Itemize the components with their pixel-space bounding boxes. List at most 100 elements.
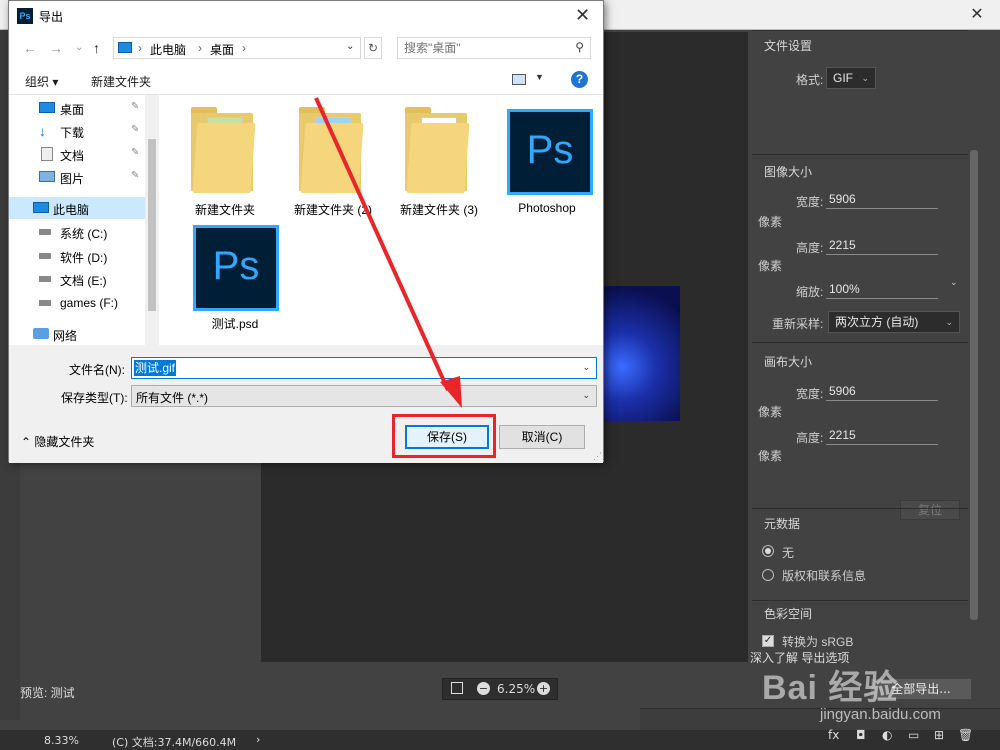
close-icon[interactable]: ✕ — [575, 5, 590, 26]
chevron-down-icon[interactable]: ⌄ — [582, 362, 590, 373]
nav-label: games (F:) — [60, 296, 119, 310]
network-icon — [33, 328, 49, 339]
nav-label: 图片 — [60, 172, 85, 186]
pin-icon: ✎ — [131, 101, 140, 112]
computer-icon — [33, 202, 49, 213]
navigation-pane: 桌面 ✎ ↓ 下载 ✎ 文档 ✎ 图片 ✎ 此电脑 系统 (C:) 软件 (D:… — [9, 95, 159, 345]
save-highlight-box — [392, 414, 496, 458]
dialog-title: 导出 — [39, 10, 64, 24]
help-icon[interactable]: ? — [571, 71, 588, 88]
adjustment-icon[interactable]: ◐ — [882, 728, 892, 742]
preview-image — [598, 286, 680, 421]
canvas-height-input[interactable]: 2215 — [826, 427, 938, 445]
recent-chevron-icon[interactable]: ⌄ — [75, 42, 83, 53]
panel-scrollbar[interactable] — [970, 150, 978, 620]
file-item-folder[interactable]: 新建文件夹 — [173, 99, 277, 219]
nav-item-network[interactable]: 网络 — [9, 323, 145, 345]
filetype-value: 所有文件 (*.*) — [136, 391, 209, 405]
canvas-width-input[interactable]: 5906 — [826, 383, 938, 401]
resize-grip-icon[interactable]: ⋰ — [593, 451, 602, 462]
nav-item-downloads[interactable]: ↓ 下载 ✎ — [9, 120, 145, 142]
metadata-copyright-radio[interactable] — [762, 569, 774, 581]
zoom-out-icon[interactable]: − — [477, 682, 490, 695]
nav-label: 软件 (D:) — [60, 251, 108, 265]
preview-label: 预览: 测试 — [20, 686, 75, 700]
forward-arrow-icon[interactable]: → — [49, 40, 63, 56]
status-more-icon[interactable]: › — [256, 733, 260, 746]
status-doc-size: (C) 文档:37.4M/660.4M — [112, 736, 237, 749]
filetype-label: 保存类型(T): — [61, 391, 128, 405]
address-bar[interactable]: › 此电脑 › 桌面 › ⌄ — [113, 37, 361, 59]
width-unit: 像素 — [758, 215, 783, 229]
export-settings-panel: 文件设置 格式: GIF ⌄ 图像大小 宽度: 5906 像素 高度: 2215… — [752, 30, 968, 670]
image-size-title: 图像大小 — [764, 165, 813, 179]
breadcrumb-desktop[interactable]: 桌面 — [210, 41, 234, 58]
metadata-none-radio[interactable] — [762, 545, 774, 557]
nav-item-drive-e[interactable]: 文档 (E:) — [9, 268, 145, 290]
drive-icon — [39, 229, 51, 235]
convert-srgb-checkbox[interactable]: ✓ — [762, 635, 774, 647]
metadata-title: 元数据 — [764, 517, 801, 531]
new-layer-icon[interactable]: ⊞ — [934, 728, 944, 742]
resample-select[interactable]: 两次立方 (自动) ⌄ — [828, 311, 960, 333]
fit-screen-icon[interactable] — [451, 682, 463, 694]
pin-icon: ✎ — [131, 124, 140, 135]
filename-value: 测试.gif — [134, 360, 177, 376]
canvas-height-unit: 像素 — [758, 449, 783, 463]
nav-item-drive-d[interactable]: 软件 (D:) — [9, 245, 145, 267]
baidu-watermark-logo: Bai 经验 — [762, 669, 899, 707]
convert-srgb-label: 转换为 sRGB — [782, 635, 854, 649]
chevron-down-icon: ⌄ — [582, 390, 590, 400]
scale-chevron-icon[interactable]: ⌄ — [950, 277, 958, 288]
pin-icon: ✎ — [131, 170, 140, 181]
refresh-icon[interactable]: ↻ — [364, 37, 382, 59]
search-input[interactable] — [404, 40, 564, 56]
breadcrumb-this-pc[interactable]: 此电脑 — [150, 41, 186, 58]
nav-item-pictures[interactable]: 图片 ✎ — [9, 166, 145, 188]
scale-label: 缩放: — [796, 285, 824, 299]
canvas-size-title: 画布大小 — [764, 355, 813, 369]
view-options-icon[interactable] — [512, 74, 526, 85]
mask-icon[interactable]: ◘ — [856, 728, 866, 742]
file-label: Photoshop — [518, 201, 576, 215]
resample-label: 重新采样: — [772, 317, 824, 331]
chevron-up-icon: ⌃ — [21, 435, 35, 449]
nav-label: 下载 — [60, 126, 85, 140]
ps-close-icon[interactable]: ✕ — [968, 5, 986, 23]
format-value: GIF — [833, 71, 853, 85]
canvas-width-label: 宽度: — [796, 387, 824, 401]
nav-item-drive-c[interactable]: 系统 (C:) — [9, 221, 145, 243]
view-caret-icon[interactable]: ▼ — [535, 72, 544, 82]
height-label: 高度: — [796, 241, 824, 255]
file-item-psd[interactable]: Ps 测试.psd — [183, 215, 287, 335]
crumb-separator: › — [242, 41, 246, 55]
scroll-thumb[interactable] — [148, 139, 156, 311]
nav-item-drive-f[interactable]: games (F:) — [9, 292, 145, 314]
fx-icon[interactable]: fx — [828, 728, 839, 742]
up-arrow-icon[interactable]: ↑ — [93, 40, 100, 56]
canvas-height-label: 高度: — [796, 431, 824, 445]
new-folder-button[interactable]: 新建文件夹 — [91, 73, 151, 90]
nav-item-desktop[interactable]: 桌面 ✎ — [9, 97, 145, 119]
file-item-photoshop[interactable]: Ps Photoshop — [495, 99, 599, 219]
nav-scrollbar[interactable] — [145, 95, 159, 345]
nav-item-documents[interactable]: 文档 ✎ — [9, 143, 145, 165]
hide-folders-toggle[interactable]: ⌃ 隐藏文件夹 — [21, 433, 94, 450]
filename-label: 文件名(N): — [69, 363, 125, 377]
drive-icon — [39, 253, 51, 259]
nav-item-this-pc[interactable]: 此电脑 — [9, 197, 145, 219]
canvas-width-unit: 像素 — [758, 405, 783, 419]
chevron-down-icon: ⌄ — [945, 317, 953, 327]
height-input[interactable]: 2215 — [826, 237, 938, 255]
format-select[interactable]: GIF ⌄ — [826, 67, 876, 89]
trash-icon[interactable]: 🗑 — [958, 728, 973, 742]
zoom-in-icon[interactable]: + — [537, 682, 550, 695]
back-arrow-icon[interactable]: ← — [23, 40, 37, 56]
cancel-button[interactable]: 取消(C) — [499, 425, 585, 449]
organize-menu[interactable]: 组织 ▾ — [25, 73, 58, 90]
search-icon[interactable]: ⚲ — [575, 40, 584, 54]
address-dropdown-icon[interactable]: ⌄ — [346, 41, 354, 52]
scale-input[interactable]: 100% — [826, 281, 938, 299]
folder-icon[interactable]: ▭ — [908, 728, 919, 742]
width-input[interactable]: 5906 — [826, 191, 938, 209]
